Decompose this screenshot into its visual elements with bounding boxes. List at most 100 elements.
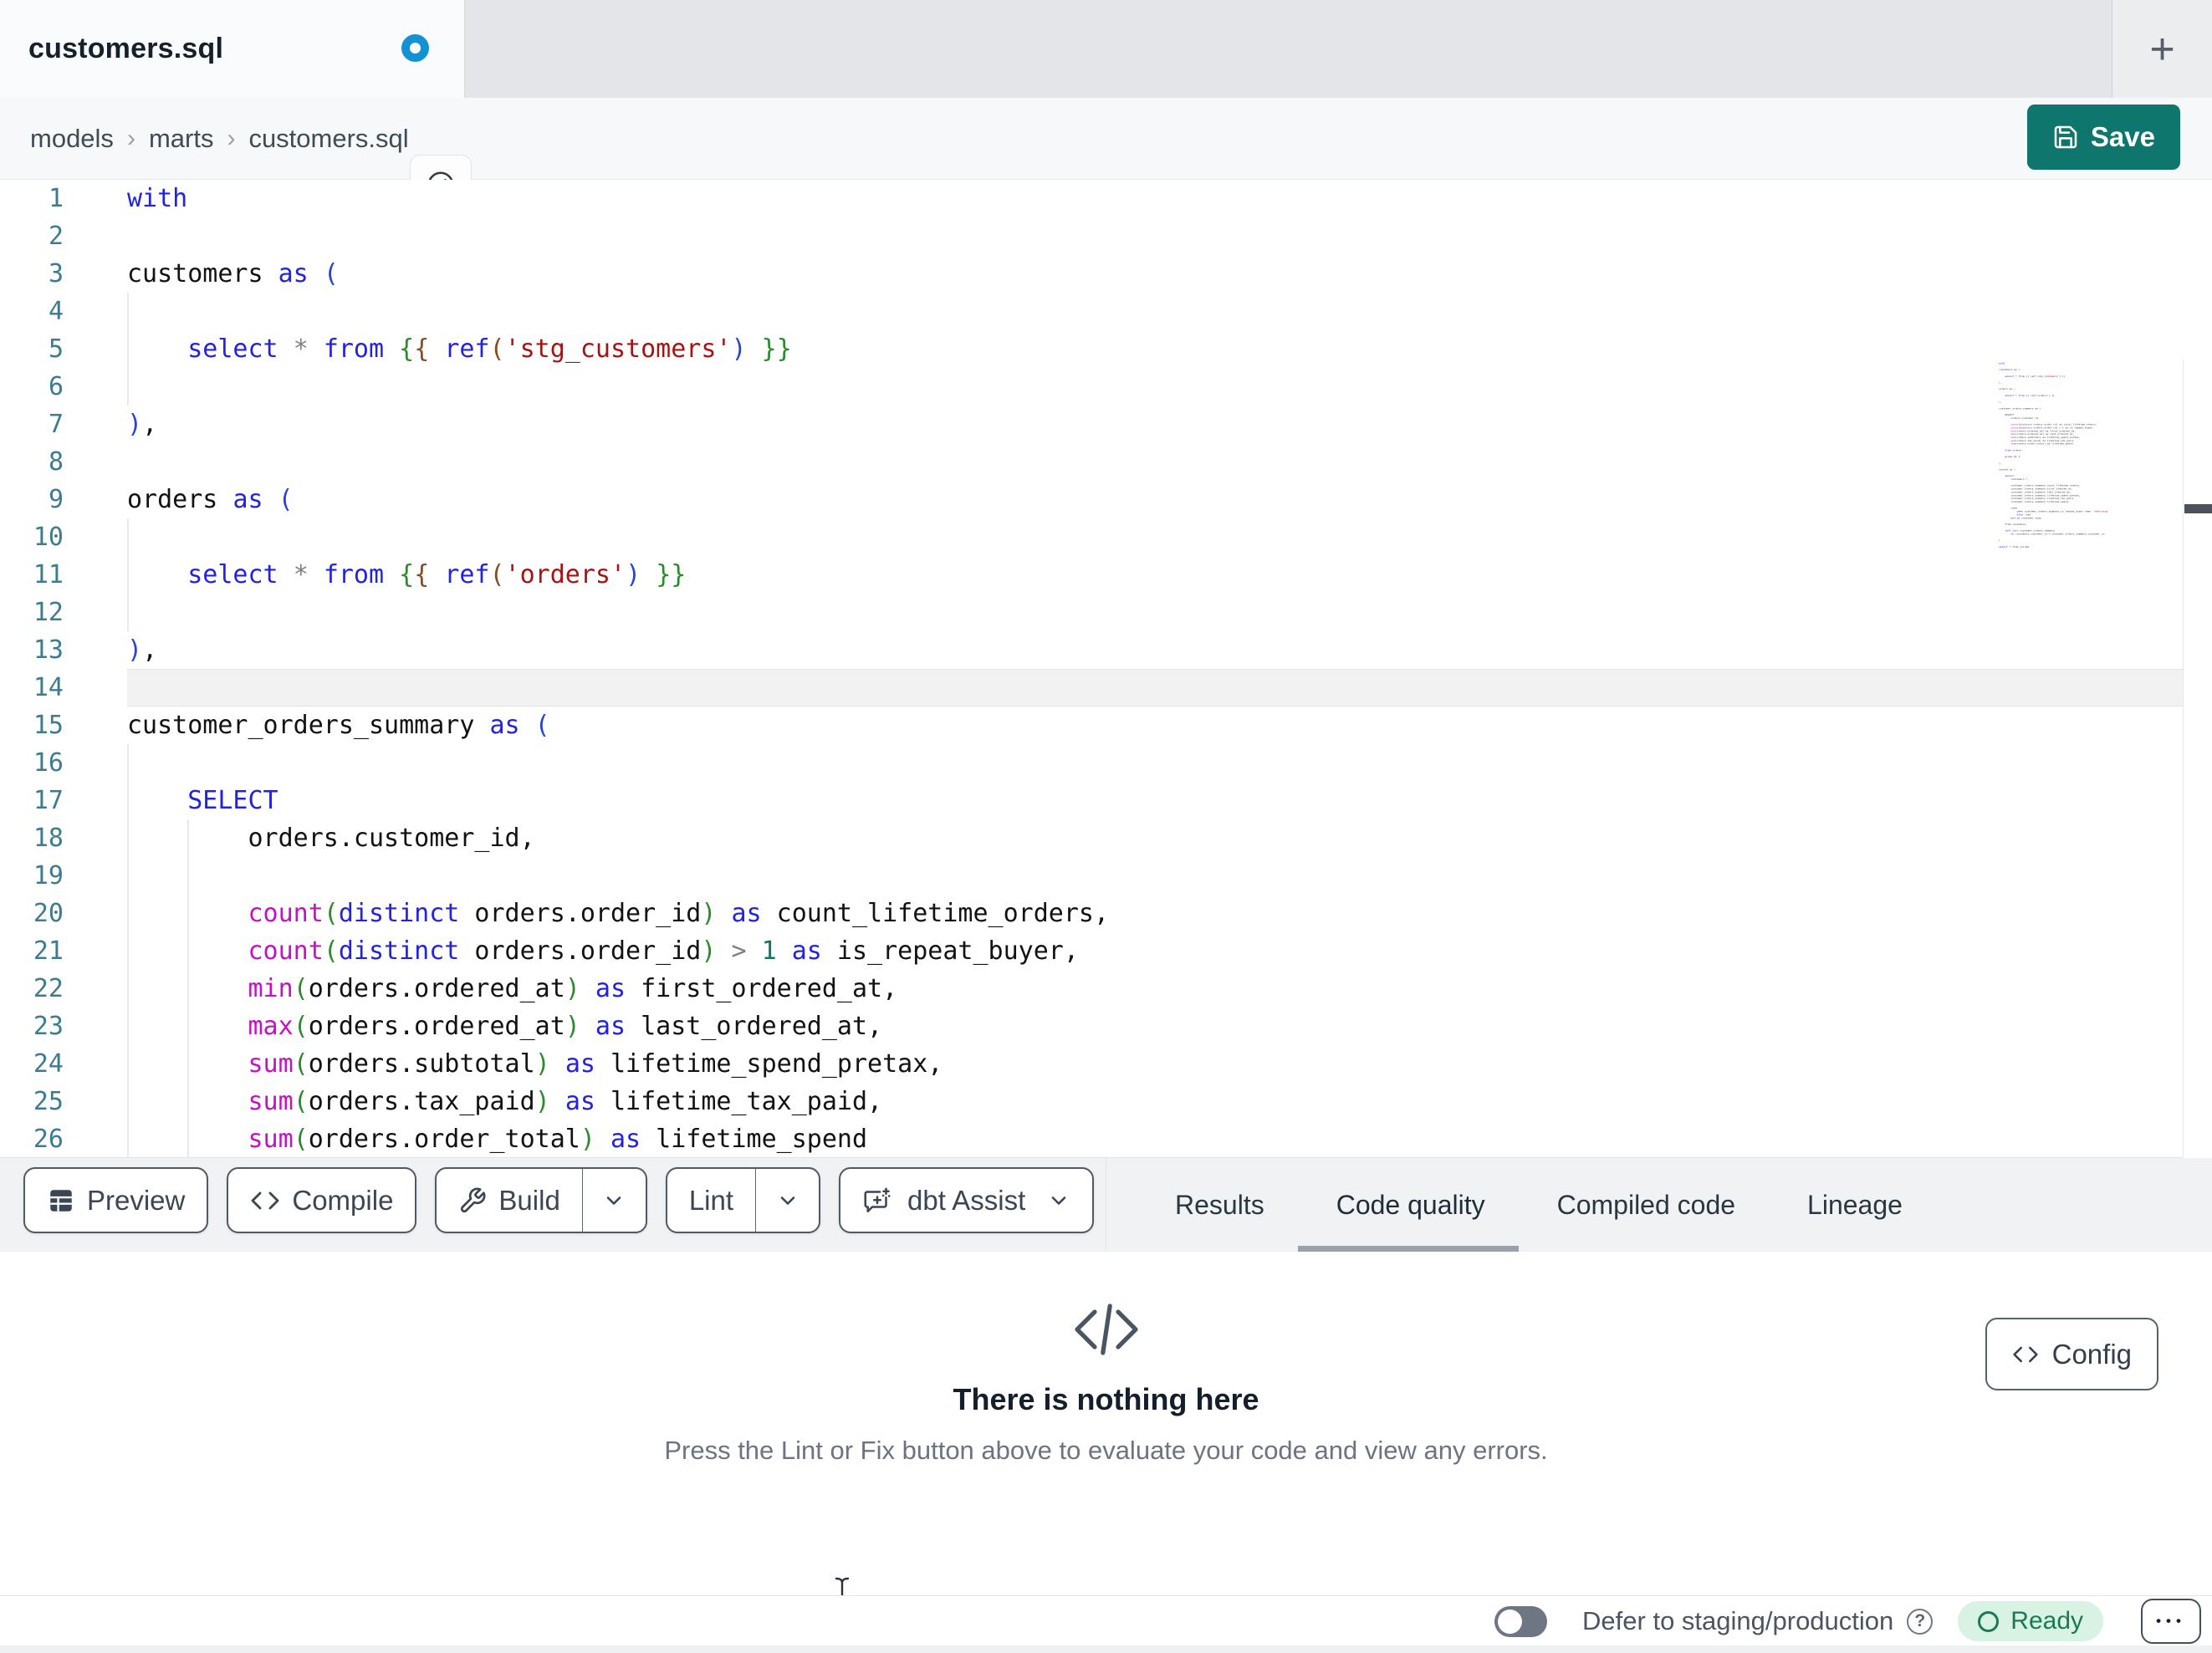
- breadcrumb-item[interactable]: models: [30, 124, 114, 154]
- breadcrumb-item[interactable]: marts: [149, 124, 214, 154]
- indent-guide: [127, 293, 129, 330]
- tab-compiled-code[interactable]: Compiled code: [1557, 1158, 1735, 1252]
- code-line[interactable]: 23 max(orders.ordered_at) as last_ordere…: [0, 1008, 1999, 1045]
- line-number: 20: [33, 899, 64, 928]
- new-tab-button[interactable]: +: [2149, 28, 2174, 71]
- indent-guide: [127, 1045, 129, 1083]
- code-editor[interactable]: 1 with 2 3 customers as (4 5 select * from {{…: [0, 180, 2212, 1336]
- line-content: ),: [127, 635, 158, 665]
- line-content: customers as (: [127, 259, 339, 288]
- help-icon[interactable]: ?: [1907, 1608, 1934, 1635]
- line-number: 13: [33, 635, 64, 665]
- overflow-menu-button[interactable]: •••: [2141, 1599, 2201, 1644]
- line-content: select * from {{ ref('stg_customers') }}: [75, 330, 1999, 368]
- line-content: [75, 857, 1999, 895]
- breadcrumb-separator: ›: [126, 125, 135, 152]
- code-line[interactable]: 3 customers as (: [0, 255, 1999, 293]
- line-content: max(orders.ordered_at) as last_ordered_a…: [75, 1008, 1999, 1045]
- lint-button[interactable]: Lint: [665, 1167, 821, 1233]
- code-line[interactable]: 20 count(distinct orders.order_id) as co…: [0, 895, 1999, 932]
- breadcrumb-item[interactable]: customers.sql: [248, 124, 408, 154]
- line-number: 10: [33, 523, 64, 552]
- line-number: 21: [33, 936, 64, 966]
- line-number: 15: [33, 711, 64, 740]
- minimap-code: with customers as ( select * from {{ ref…: [1999, 361, 2109, 548]
- chevron-down-icon: [602, 1189, 626, 1212]
- code-line[interactable]: 1 with: [0, 180, 1999, 217]
- tab-customers-sql[interactable]: customers.sql: [0, 0, 465, 98]
- line-number: 7: [48, 410, 64, 439]
- status-badge: Ready: [1958, 1601, 2103, 1641]
- line-content: [75, 518, 1999, 556]
- code-line[interactable]: 11 select * from {{ ref('orders') }}: [0, 556, 1999, 594]
- lint-main[interactable]: Lint: [667, 1169, 755, 1232]
- code-line[interactable]: 24 sum(orders.subtotal) as lifetime_spen…: [0, 1045, 1999, 1083]
- code-line[interactable]: 25 sum(orders.tax_paid) as lifetime_tax_…: [0, 1083, 1999, 1120]
- code-line[interactable]: 4: [0, 293, 1999, 330]
- preview-button[interactable]: Preview: [23, 1167, 209, 1233]
- ready-circle-icon: [1978, 1610, 2000, 1632]
- panel-toolbar: Preview Compile Build Lint dbt Assist Re…: [0, 1158, 2212, 1252]
- code-line[interactable]: 26 sum(orders.order_total) as lifetime_s…: [0, 1120, 1999, 1158]
- dbt-assist-button[interactable]: dbt Assist: [839, 1167, 1095, 1233]
- line-number: 9: [48, 485, 64, 514]
- indent-guide: [187, 970, 189, 1008]
- line-content: ),: [127, 410, 158, 439]
- defer-toggle[interactable]: [1494, 1605, 1548, 1637]
- code-line[interactable]: 21 count(distinct orders.order_id) > 1 a…: [0, 932, 1999, 970]
- code-line[interactable]: 8: [0, 443, 1999, 481]
- scroll-position-marker: [2184, 504, 2212, 513]
- panel-tabs: Results Code quality Compiled code Lineage: [1175, 1158, 1903, 1252]
- dbt-assist-label: dbt Assist: [907, 1184, 1026, 1216]
- config-button[interactable]: Config: [1985, 1318, 2158, 1390]
- save-button[interactable]: Save: [2026, 105, 2180, 170]
- table-icon: [47, 1186, 75, 1215]
- indent-guide: [187, 1083, 189, 1120]
- line-number: 26: [33, 1125, 64, 1154]
- indent-guide: [127, 857, 129, 895]
- code-line[interactable]: 5 select * from {{ ref('stg_customers') …: [0, 330, 1999, 368]
- window-bottom-edge: [0, 1645, 2212, 1653]
- line-number: 22: [33, 974, 64, 1003]
- code-line[interactable]: 16: [0, 744, 1999, 782]
- build-dropdown[interactable]: [581, 1169, 646, 1232]
- line-number: 12: [33, 598, 64, 627]
- code-line[interactable]: 9 orders as (: [0, 481, 1999, 518]
- status-controls: Defer to staging/production ? Ready •••: [1494, 1596, 2201, 1646]
- action-buttons: Preview Compile Build Lint dbt Assist: [23, 1167, 1095, 1233]
- empty-state-title: There is nothing here: [953, 1382, 1259, 1416]
- code-line[interactable]: 13),: [0, 631, 1999, 669]
- tab-results[interactable]: Results: [1175, 1158, 1264, 1252]
- lint-dropdown[interactable]: [755, 1169, 819, 1232]
- line-content: customer_orders_summary as (: [127, 711, 550, 740]
- code-line[interactable]: 15 customer_orders_summary as (: [0, 707, 1999, 744]
- line-number: 17: [33, 786, 64, 815]
- line-number: 8: [48, 447, 64, 477]
- code-line[interactable]: 22 min(orders.ordered_at) as first_order…: [0, 970, 1999, 1008]
- tab-lineage[interactable]: Lineage: [1807, 1158, 1903, 1252]
- chevron-down-icon: [1047, 1189, 1070, 1212]
- code-quality-panel: There is nothing here Press the Lint or …: [0, 1252, 2212, 1595]
- line-content: [75, 217, 1999, 255]
- build-main[interactable]: Build: [437, 1169, 581, 1232]
- dbt-ide-window: customers.sql + models › marts › customers.s…: [0, 0, 2212, 1653]
- code-line[interactable]: 12: [0, 594, 1999, 631]
- indent-guide: [127, 895, 129, 932]
- code-line[interactable]: 14: [0, 669, 1999, 707]
- code-line[interactable]: 2: [0, 217, 1999, 255]
- config-label: Config: [2051, 1338, 2132, 1370]
- unsaved-changes-dot-icon: [401, 34, 429, 62]
- code-line[interactable]: 18 orders.customer_id,: [0, 819, 1999, 857]
- compile-button[interactable]: Compile: [227, 1167, 417, 1233]
- code-line[interactable]: 17 SELECT: [0, 782, 1999, 819]
- build-button[interactable]: Build: [435, 1167, 647, 1233]
- code-line[interactable]: 10: [0, 518, 1999, 556]
- line-number: 6: [48, 372, 64, 401]
- build-label: Build: [498, 1184, 560, 1216]
- line-content: [75, 669, 1999, 707]
- code-line[interactable]: 7),: [0, 406, 1999, 443]
- chat-plus-sparkle-icon: [862, 1186, 892, 1216]
- code-line[interactable]: 6: [0, 368, 1999, 406]
- tab-code-quality[interactable]: Code quality: [1297, 1158, 1519, 1252]
- code-line[interactable]: 19: [0, 857, 1999, 895]
